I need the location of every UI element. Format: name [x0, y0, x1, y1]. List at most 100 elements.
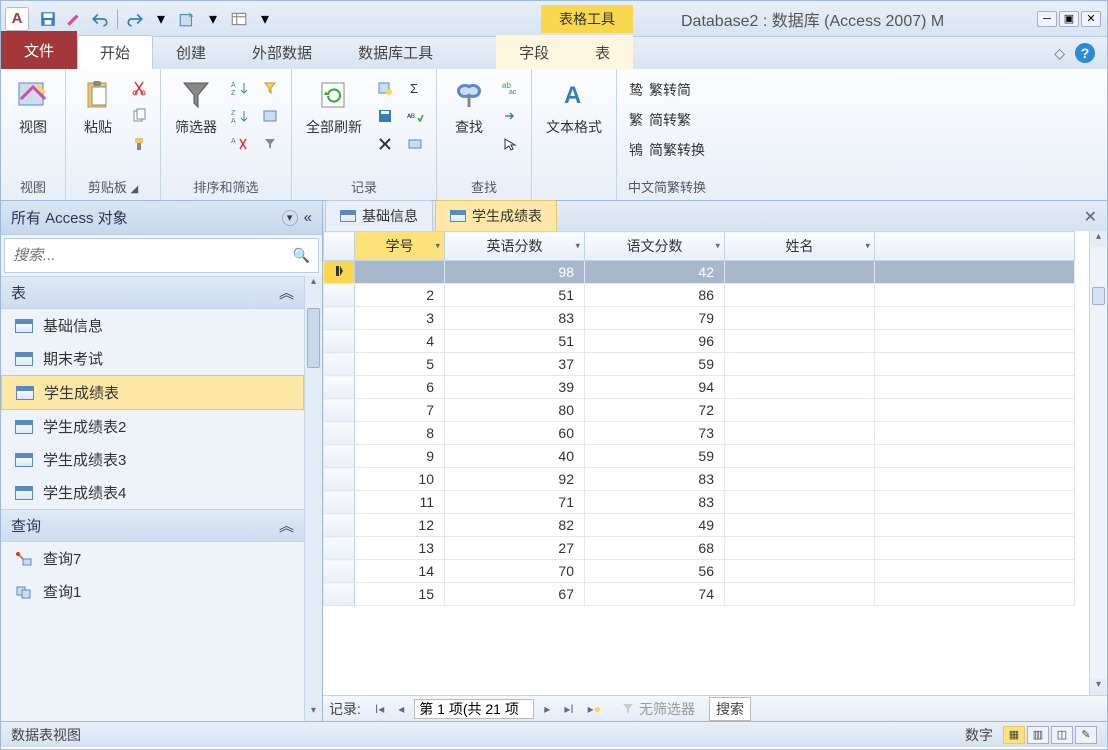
cell-english[interactable]: 51	[445, 330, 585, 353]
cell-name[interactable]	[725, 376, 875, 399]
find-button[interactable]: 查找	[445, 73, 493, 141]
select-all-cell[interactable]	[324, 232, 355, 261]
cell-blank[interactable]	[875, 284, 1075, 307]
cell-chinese[interactable]: 68	[585, 537, 725, 560]
table-row[interactable]: 53759	[324, 353, 1075, 376]
row-header[interactable]	[324, 284, 355, 307]
cell-english[interactable]: 27	[445, 537, 585, 560]
cell-blank[interactable]	[875, 514, 1075, 537]
sort-desc-icon[interactable]: ZA	[229, 105, 251, 127]
more-records-icon[interactable]	[404, 133, 426, 155]
cell-blank[interactable]	[875, 445, 1075, 468]
data-grid[interactable]: 学号▾ 英语分数▾ 语文分数▾ 姓名▾ 98422518638379451965…	[323, 231, 1075, 606]
cell-id[interactable]	[355, 261, 445, 284]
nav-item-table-5[interactable]: 学生成绩表4	[1, 476, 304, 509]
cell-name[interactable]	[725, 353, 875, 376]
cell-blank[interactable]	[875, 353, 1075, 376]
row-header[interactable]	[324, 399, 355, 422]
nav-category-queries[interactable]: 查询︽	[1, 509, 304, 542]
cell-chinese[interactable]: 72	[585, 399, 725, 422]
cell-name[interactable]	[725, 491, 875, 514]
cell-english[interactable]: 37	[445, 353, 585, 376]
table-row[interactable]: 86073	[324, 422, 1075, 445]
cell-english[interactable]: 71	[445, 491, 585, 514]
table-row[interactable]: 117183	[324, 491, 1075, 514]
selection-filter-icon[interactable]	[259, 77, 281, 99]
cell-chinese[interactable]: 74	[585, 583, 725, 606]
sort-asc-icon[interactable]: AZ	[229, 77, 251, 99]
quick-edit-icon[interactable]	[63, 8, 85, 30]
redo-icon[interactable]	[124, 8, 146, 30]
table-row[interactable]: 132768	[324, 537, 1075, 560]
nav-item-query-1[interactable]: 查询1	[1, 575, 304, 608]
cell-chinese[interactable]: 59	[585, 353, 725, 376]
cell-blank[interactable]	[875, 376, 1075, 399]
nav-scrollbar[interactable]: ▴ ▾	[304, 276, 322, 721]
copy-icon[interactable]	[128, 105, 150, 127]
cell-id[interactable]: 14	[355, 560, 445, 583]
row-header[interactable]	[324, 307, 355, 330]
format-painter-icon[interactable]	[128, 133, 150, 155]
cell-chinese[interactable]: 59	[585, 445, 725, 468]
cell-blank[interactable]	[875, 560, 1075, 583]
select-icon[interactable]	[499, 133, 521, 155]
row-header[interactable]	[324, 514, 355, 537]
last-record-icon[interactable]: ▸I	[560, 702, 577, 716]
row-header[interactable]	[324, 560, 355, 583]
cell-english[interactable]: 40	[445, 445, 585, 468]
cell-name[interactable]	[725, 583, 875, 606]
nav-header[interactable]: 所有 Access 对象 ▾ «	[1, 201, 322, 235]
cell-blank[interactable]	[875, 422, 1075, 445]
table-row[interactable]: 156774	[324, 583, 1075, 606]
no-filter-indicator[interactable]: 无筛选器	[621, 699, 695, 719]
row-header[interactable]	[324, 468, 355, 491]
datasheet-view-icon[interactable]: ▦	[1003, 726, 1025, 744]
cell-id[interactable]: 12	[355, 514, 445, 537]
chinese-convert-button[interactable]: 鴇简繁转换	[625, 137, 709, 163]
next-record-icon[interactable]: ▸	[540, 702, 554, 716]
row-header[interactable]	[324, 330, 355, 353]
scroll-up-icon[interactable]: ▴	[1090, 231, 1107, 247]
row-header[interactable]	[324, 261, 355, 284]
record-search-box[interactable]: 搜索	[709, 697, 751, 721]
new-record-nav-icon[interactable]: ▸●	[584, 702, 605, 716]
nav-item-table-1[interactable]: 期末考试	[1, 342, 304, 375]
cell-id[interactable]: 9	[355, 445, 445, 468]
cell-name[interactable]	[725, 445, 875, 468]
cell-blank[interactable]	[875, 491, 1075, 514]
toggle-filter-icon[interactable]	[259, 133, 281, 155]
row-header[interactable]	[324, 491, 355, 514]
paste-button[interactable]: 粘贴	[74, 73, 122, 141]
tab-table[interactable]: 表	[572, 35, 633, 69]
cell-blank[interactable]	[875, 583, 1075, 606]
cell-english[interactable]: 70	[445, 560, 585, 583]
tab-database-tools[interactable]: 数据库工具	[335, 35, 456, 69]
nav-item-query-0[interactable]: 查询7	[1, 542, 304, 575]
cell-name[interactable]	[725, 422, 875, 445]
scroll-down-icon[interactable]: ▾	[1090, 679, 1107, 695]
design-view-icon[interactable]: ✎	[1075, 726, 1097, 744]
pivot-view-icon[interactable]: ▥	[1027, 726, 1049, 744]
doc-tab-1[interactable]: 基础信息	[325, 200, 433, 231]
cell-id[interactable]: 7	[355, 399, 445, 422]
cell-id[interactable]: 13	[355, 537, 445, 560]
cell-id[interactable]: 8	[355, 422, 445, 445]
record-position-input[interactable]	[414, 699, 534, 719]
row-header[interactable]	[324, 353, 355, 376]
cell-blank[interactable]	[875, 261, 1075, 284]
cell-chinese[interactable]: 73	[585, 422, 725, 445]
scroll-thumb[interactable]	[307, 308, 320, 368]
table-row[interactable]: 147056	[324, 560, 1075, 583]
minimize-ribbon-icon[interactable]: ◇	[1054, 45, 1065, 62]
tab-create[interactable]: 创建	[153, 35, 229, 69]
chart-view-icon[interactable]: ◫	[1051, 726, 1073, 744]
cell-chinese[interactable]: 79	[585, 307, 725, 330]
cell-name[interactable]	[725, 330, 875, 353]
cell-id[interactable]: 3	[355, 307, 445, 330]
doc-tab-2[interactable]: 学生成绩表	[435, 200, 557, 231]
scroll-thumb[interactable]	[1092, 287, 1105, 305]
cell-name[interactable]	[725, 514, 875, 537]
cell-id[interactable]: 2	[355, 284, 445, 307]
cell-blank[interactable]	[875, 468, 1075, 491]
grid-vertical-scrollbar[interactable]: ▴ ▾	[1089, 231, 1107, 695]
